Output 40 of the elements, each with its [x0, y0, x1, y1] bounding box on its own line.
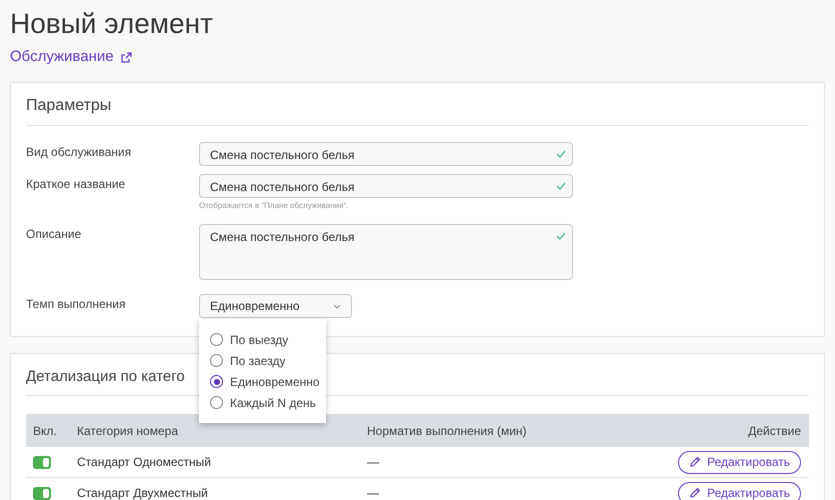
- column-header: Категория номера: [77, 424, 180, 438]
- option-label: Единовременно: [230, 374, 320, 388]
- column-header: Действие: [747, 424, 802, 438]
- pencil-icon: [689, 487, 702, 499]
- radio-option[interactable]: Каждый N день: [210, 392, 326, 413]
- radio-button[interactable]: [210, 333, 223, 346]
- field-label: Описание: [26, 226, 82, 241]
- section-heading: Параметры: [26, 83, 809, 126]
- field-label: Темп выполнения: [26, 296, 126, 311]
- text-area[interactable]: Смена постельного белья: [199, 224, 573, 280]
- option-label: По заезду: [230, 354, 286, 368]
- field-label: Краткое название: [26, 176, 126, 191]
- column-header: Норматив выполнения (мин): [367, 424, 528, 438]
- radio-option[interactable]: Единовременно: [210, 371, 326, 392]
- option-label: По выезду: [230, 332, 288, 346]
- radio-option[interactable]: По выезду: [210, 329, 326, 350]
- table-cell-text: —: [367, 455, 380, 469]
- table-cell-text: Стандарт Двухместный: [77, 486, 209, 500]
- field-label: Вид обслуживания: [26, 144, 132, 159]
- toggle-switch[interactable]: [33, 456, 51, 470]
- select-field[interactable]: Единовременно: [199, 294, 352, 318]
- edit-button[interactable]: Редактировать: [678, 482, 801, 500]
- pencil-icon: [689, 456, 702, 468]
- radio-button[interactable]: [210, 354, 223, 367]
- radio-option[interactable]: По заезду: [210, 350, 326, 371]
- radio-button[interactable]: [210, 375, 223, 388]
- service-link[interactable]: Обслуживание: [10, 48, 132, 66]
- table-cell-text: Стандарт Одноместный: [77, 455, 212, 469]
- radio-button[interactable]: [210, 396, 223, 409]
- external-link-icon: [120, 52, 132, 62]
- edit-button[interactable]: Редактировать: [678, 450, 801, 474]
- chevron-down-icon: [333, 304, 341, 308]
- field-hint: Отображается в "Плане обслуживания".: [199, 201, 350, 210]
- page-title: Новый элемент: [10, 7, 214, 41]
- toggle-switch[interactable]: [33, 487, 51, 500]
- column-header: Вкл.: [32, 424, 58, 438]
- input-field[interactable]: Смена постельного белья: [199, 174, 573, 198]
- input-field[interactable]: Смена постельного белья: [199, 142, 573, 166]
- option-label: Каждый N день: [230, 396, 316, 410]
- table-cell-text: —: [367, 486, 380, 500]
